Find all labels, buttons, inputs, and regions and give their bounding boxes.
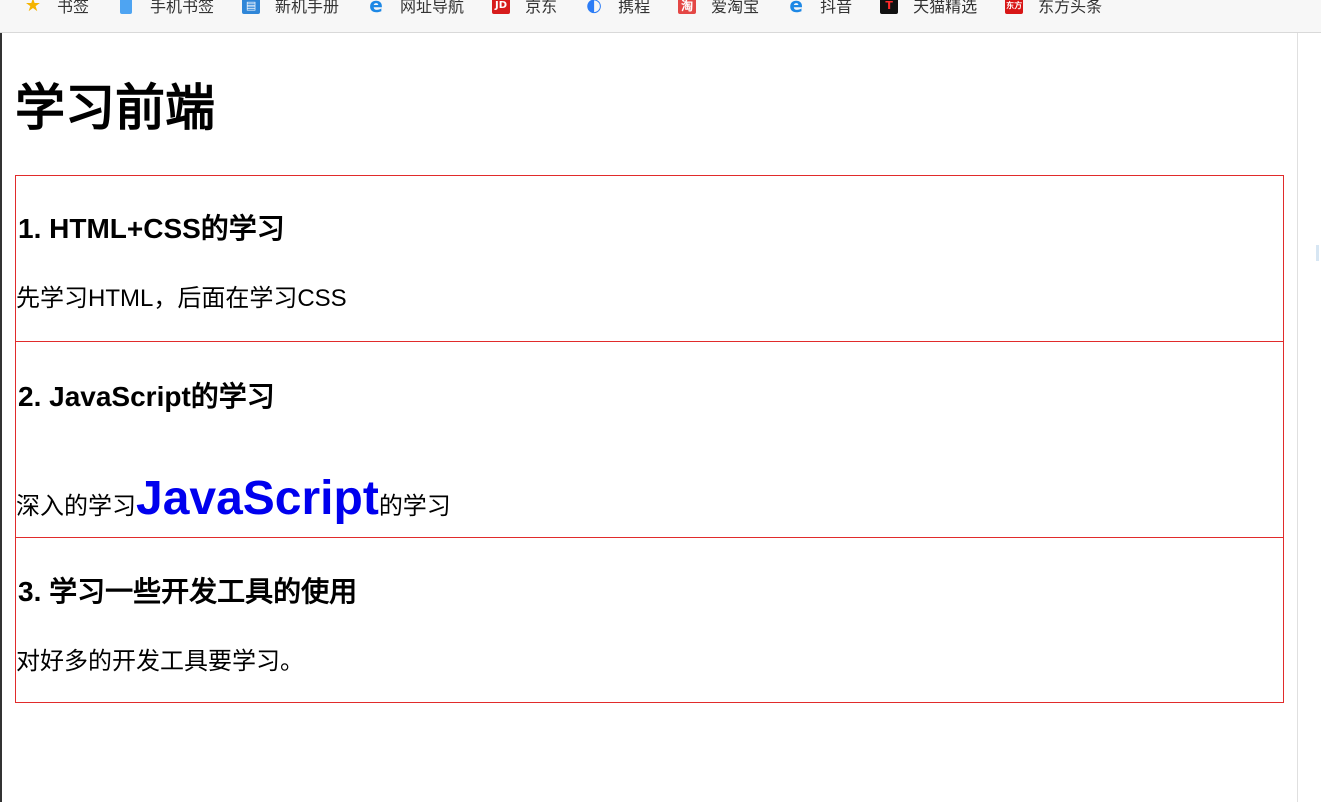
bookmark-new-device-manual[interactable]: ▤ 新机手册 <box>242 0 339 17</box>
highlighted-keyword: JavaScript <box>136 472 379 525</box>
bookmark-bookmarks[interactable]: ★ 书签 <box>24 0 89 17</box>
bookmark-web-navigation[interactable]: e 网址导航 <box>367 0 464 17</box>
bookmark-ctrip[interactable]: ◐ 携程 <box>585 0 650 17</box>
phone-icon <box>120 0 133 14</box>
manual-icon: ▤ <box>242 0 261 14</box>
bookmark-label: 新机手册 <box>275 0 340 16</box>
bookmark-jd[interactable]: JD 京东 <box>492 0 557 17</box>
bookmark-label: 携程 <box>618 0 651 16</box>
tmall-icon: T <box>880 0 899 14</box>
bookmark-label: 东方头条 <box>1038 0 1103 16</box>
bookmark-label: 京东 <box>525 0 558 16</box>
bookmark-label: 抖音 <box>820 0 853 16</box>
bookmark-label: 天猫精选 <box>913 0 978 16</box>
section-text-before: 深入的学习 <box>16 493 136 520</box>
page-title: 学习前端 <box>15 80 215 136</box>
section-dev-tools: 3. 学习一些开发工具的使用 对好多的开发工具要学习。 <box>15 537 1284 703</box>
bookmark-label: 手机书签 <box>150 0 215 16</box>
ie-icon: e <box>789 0 803 17</box>
section-text-after: 的学习 <box>378 493 451 520</box>
bookmarks-list: ★ 书签 手机书签 ▤ 新机手册 e 网址导航 JD 京东 ◐ 携程 淘 爱淘宝… <box>24 0 1130 18</box>
section-text: 深入的学习JavaScript的学习 <box>16 474 451 524</box>
section-text: 对好多的开发工具要学习。 <box>16 648 304 675</box>
bookmark-tmall[interactable]: T 天猫精选 <box>880 0 977 17</box>
bookmark-douyin[interactable]: e 抖音 <box>787 0 852 17</box>
section-text: 先学习HTML，后面在学习CSS <box>16 285 347 312</box>
section-heading: 3. 学习一些开发工具的使用 <box>18 576 358 607</box>
bookmark-mobile-bookmarks[interactable]: 手机书签 <box>117 0 214 17</box>
dongfang-icon: 东方 <box>1005 0 1024 14</box>
bookmark-label: 书签 <box>57 0 90 16</box>
ie-icon: e <box>369 0 383 17</box>
bookmarks-bar: ★ 书签 手机书签 ▤ 新机手册 e 网址导航 JD 京东 ◐ 携程 淘 爱淘宝… <box>0 0 1321 33</box>
section-heading: 2. JavaScript的学习 <box>18 381 275 412</box>
bookmark-label: 爱淘宝 <box>711 0 760 16</box>
bookmark-ai-taobao[interactable]: 淘 爱淘宝 <box>678 0 759 17</box>
ctrip-icon: ◐ <box>586 0 602 16</box>
taobao-icon: 淘 <box>678 0 697 14</box>
section-html-css: 1. HTML+CSS的学习 先学习HTML，后面在学习CSS <box>15 175 1284 342</box>
star-icon: ★ <box>24 0 42 16</box>
jd-icon: JD <box>492 0 511 14</box>
scrollbar-indicator[interactable] <box>1316 245 1319 261</box>
section-javascript: 2. JavaScript的学习 深入的学习JavaScript的学习 <box>15 341 1284 538</box>
bookmark-label: 网址导航 <box>400 0 465 16</box>
bookmark-dongfang-toutiao[interactable]: 东方 东方头条 <box>1005 0 1102 17</box>
section-heading: 1. HTML+CSS的学习 <box>18 213 285 244</box>
